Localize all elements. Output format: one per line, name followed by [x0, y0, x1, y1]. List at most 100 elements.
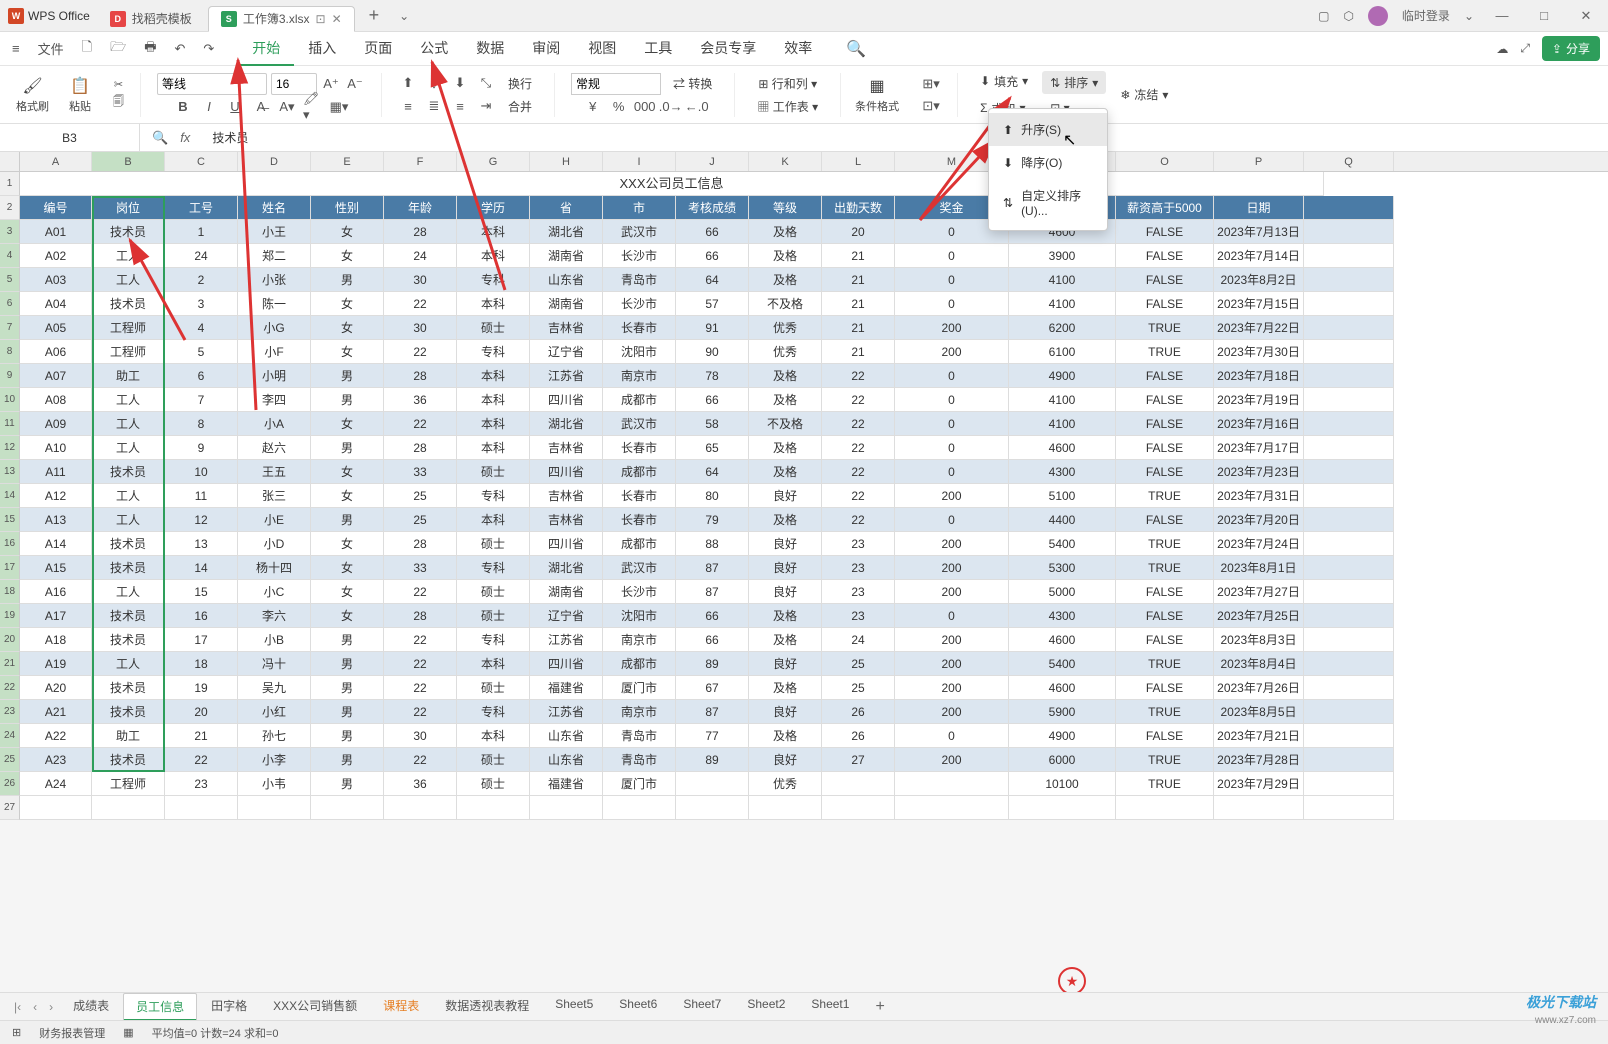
table-cell[interactable]: A01 — [20, 220, 92, 244]
menu-tab-审阅[interactable]: 审阅 — [518, 32, 574, 66]
table-cell[interactable]: 专科 — [457, 700, 530, 724]
table-cell[interactable]: 4600 — [1009, 628, 1116, 652]
sheet-tab[interactable]: 田字格 — [199, 993, 259, 1021]
col-header-I[interactable]: I — [603, 152, 676, 171]
table-cell[interactable]: FALSE — [1116, 436, 1214, 460]
table-cell[interactable]: 22 — [822, 412, 895, 436]
table-cell[interactable]: FALSE — [1116, 580, 1214, 604]
table-cell[interactable]: 湖南省 — [530, 292, 603, 316]
table-cell[interactable]: 0 — [895, 604, 1009, 628]
table-cell[interactable]: 2023年7月26日 — [1214, 676, 1304, 700]
table-cell[interactable]: 福建省 — [530, 676, 603, 700]
table-cell[interactable]: 小张 — [238, 268, 311, 292]
table-cell[interactable]: 赵六 — [238, 436, 311, 460]
table-cell[interactable]: 山东省 — [530, 748, 603, 772]
table-cell[interactable]: 技术员 — [92, 292, 165, 316]
table-cell[interactable]: 5 — [165, 340, 238, 364]
row-num[interactable]: 20 — [0, 628, 20, 652]
table-cell[interactable]: 良好 — [749, 700, 822, 724]
align-left-icon[interactable]: ≡ — [398, 96, 418, 116]
add-tab-button[interactable]: + — [359, 5, 390, 26]
table-cell[interactable]: 200 — [895, 580, 1009, 604]
table-cell[interactable]: 及格 — [749, 220, 822, 244]
table-cell[interactable]: 良好 — [749, 580, 822, 604]
table-cell[interactable]: 小C — [238, 580, 311, 604]
font-name-input[interactable] — [157, 73, 267, 95]
table-cell[interactable]: A03 — [20, 268, 92, 292]
table-cell[interactable]: 四川省 — [530, 652, 603, 676]
table-cell[interactable]: 6 — [165, 364, 238, 388]
table-cell[interactable]: 13 — [165, 532, 238, 556]
menu-tab-公式[interactable]: 公式 — [406, 32, 462, 66]
table-cell[interactable]: 58 — [676, 412, 749, 436]
table-cell[interactable]: 小王 — [238, 220, 311, 244]
table-cell[interactable]: 不及格 — [749, 412, 822, 436]
table-cell[interactable]: 77 — [676, 724, 749, 748]
tab-menu-button[interactable]: ⌄ — [389, 9, 419, 23]
table-cell[interactable]: 10100 — [1009, 772, 1116, 796]
grid-icon[interactable]: ▦ — [123, 1026, 133, 1039]
table-cell[interactable]: 专科 — [457, 556, 530, 580]
table-cell[interactable]: 79 — [676, 508, 749, 532]
table-cell[interactable]: 22 — [822, 508, 895, 532]
table-cell[interactable]: 青岛市 — [603, 724, 676, 748]
table-cell[interactable]: 2023年7月16日 — [1214, 412, 1304, 436]
table-cell[interactable]: 27 — [822, 748, 895, 772]
table-cell[interactable]: 及格 — [749, 268, 822, 292]
share-button[interactable]: ⇪ 分享 — [1542, 36, 1600, 61]
table-cell[interactable]: 22 — [822, 436, 895, 460]
merge-button[interactable]: 合并 — [502, 96, 538, 117]
row-num[interactable]: 16 — [0, 532, 20, 556]
table-cell[interactable]: TRUE — [1116, 532, 1214, 556]
table-cell[interactable]: 200 — [895, 676, 1009, 700]
table-cell[interactable]: 沈阳市 — [603, 340, 676, 364]
table-cell[interactable]: FALSE — [1116, 244, 1214, 268]
table-cell[interactable]: 江苏省 — [530, 364, 603, 388]
table-cell[interactable]: 江苏省 — [530, 700, 603, 724]
table-cell[interactable]: FALSE — [1116, 292, 1214, 316]
table-cell[interactable]: 工人 — [92, 652, 165, 676]
sheet-tab[interactable]: Sheet2 — [735, 993, 797, 1021]
table-cell[interactable]: 2023年7月20日 — [1214, 508, 1304, 532]
table-cell[interactable]: 2023年7月23日 — [1214, 460, 1304, 484]
table-cell[interactable]: FALSE — [1116, 388, 1214, 412]
table-cell[interactable]: 2023年7月31日 — [1214, 484, 1304, 508]
table-cell[interactable]: 24 — [822, 628, 895, 652]
table-cell[interactable]: 冯十 — [238, 652, 311, 676]
expand-icon[interactable]: ⤢ — [1520, 41, 1530, 56]
table-cell[interactable]: 2023年7月22日 — [1214, 316, 1304, 340]
table-cell[interactable]: 技术员 — [92, 748, 165, 772]
table-cell[interactable]: 21 — [822, 268, 895, 292]
table-cell[interactable]: 26 — [822, 724, 895, 748]
table-cell[interactable]: 硕士 — [457, 772, 530, 796]
table-cell[interactable]: 28 — [384, 604, 457, 628]
table-cell[interactable]: 2023年7月24日 — [1214, 532, 1304, 556]
currency-icon[interactable]: ¥ — [583, 97, 603, 117]
row-num[interactable]: 7 — [0, 316, 20, 340]
sort-custom-item[interactable]: ⇅自定义排序(U)... — [989, 179, 1107, 226]
table-cell[interactable]: 200 — [895, 748, 1009, 772]
table-cell[interactable]: 青岛市 — [603, 268, 676, 292]
dec-inc-icon[interactable]: .0→ — [661, 97, 681, 117]
table-cell[interactable]: 30 — [384, 724, 457, 748]
table-cell[interactable]: 湖北省 — [530, 412, 603, 436]
table-cell[interactable]: 4300 — [1009, 604, 1116, 628]
table-cell[interactable]: 女 — [311, 292, 384, 316]
sheet-tab[interactable]: Sheet7 — [671, 993, 733, 1021]
table-cell[interactable]: 87 — [676, 580, 749, 604]
table-cell[interactable]: 及格 — [749, 508, 822, 532]
table-cell[interactable]: 12 — [165, 508, 238, 532]
align-middle-icon[interactable]: ↕ — [424, 73, 444, 93]
table-cell[interactable]: 工人 — [92, 244, 165, 268]
table-cell[interactable]: 良好 — [749, 532, 822, 556]
table-cell[interactable]: A02 — [20, 244, 92, 268]
table-cell[interactable]: 66 — [676, 220, 749, 244]
table-cell[interactable]: A20 — [20, 676, 92, 700]
col-header-O[interactable]: O — [1116, 152, 1214, 171]
table-cell[interactable]: 技术员 — [92, 700, 165, 724]
table-cell[interactable]: FALSE — [1116, 220, 1214, 244]
font-color-icon[interactable]: A▾ — [277, 97, 297, 117]
row-num[interactable]: 9 — [0, 364, 20, 388]
align-bottom-icon[interactable]: ⬇ — [450, 73, 470, 93]
row-num[interactable]: 10 — [0, 388, 20, 412]
